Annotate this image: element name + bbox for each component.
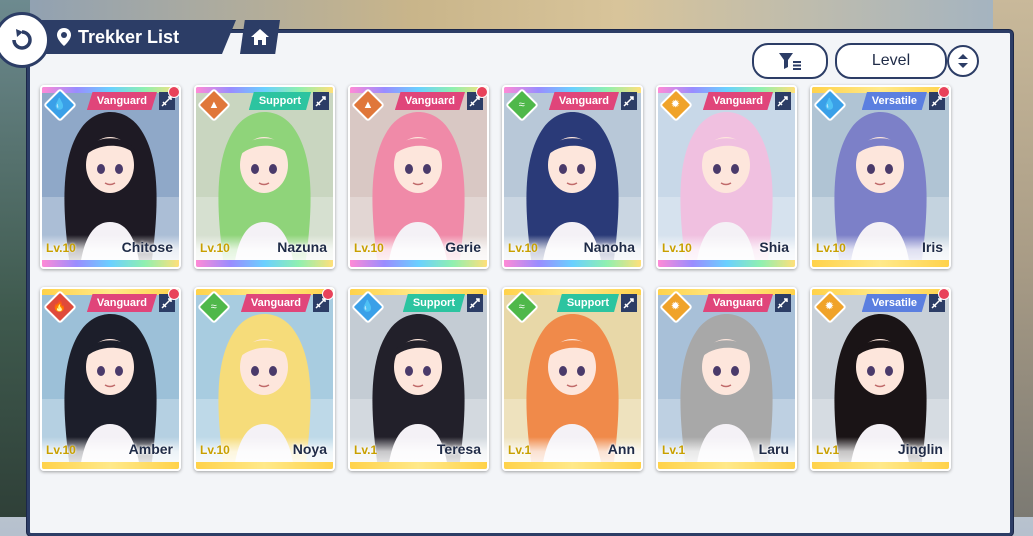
role-tag: Versatile [861,92,927,110]
trekker-level: Lv.1 [354,443,378,457]
weapon-type-icon [621,92,637,110]
back-arrow-icon [12,29,32,50]
role-tag: Vanguard [240,294,311,312]
rarity-bar [504,462,641,469]
trekker-card-chitose[interactable]: 💧 Vanguard Lv.10 Chitose [40,85,181,269]
trekker-card-teresa[interactable]: 💧 Support Lv.1 Teresa [348,287,489,471]
sort-dropdown[interactable]: Level [835,43,947,79]
notification-dot [322,289,333,300]
trekker-card-ann[interactable]: ≈ Support Lv.1 Ann [502,287,643,471]
trekker-card-gerie[interactable]: ▲ Vanguard Lv.10 Gerie [348,85,489,269]
trekker-name: Teresa [436,441,481,457]
rarity-bar [658,462,795,469]
trekker-card-jinglin[interactable]: ✹ Versatile Lv.1 Jinglin [810,287,951,471]
trekker-card-laru[interactable]: ✹ Vanguard Lv.1 Laru [656,287,797,471]
trekker-level: Lv.1 [816,443,840,457]
rarity-bar [196,260,333,267]
trekker-name: Nazuna [277,239,327,255]
weapon-type-icon [313,92,329,110]
weapon-type-icon [775,294,791,312]
rarity-bar [42,260,179,267]
weapon-type-icon [621,294,637,312]
trekker-level: Lv.10 [200,443,230,457]
role-tag: Vanguard [702,92,773,110]
trekker-card-nazuna[interactable]: ▲ Support Lv.10 Nazuna [194,85,335,269]
rarity-bar [350,260,487,267]
trekker-card-nanoha[interactable]: ≈ Vanguard Lv.10 Nanoha [502,85,643,269]
sort-order-icon [958,54,968,68]
rarity-bar [658,260,795,267]
trekker-name: Iris [921,239,943,255]
trekker-level: Lv.10 [354,241,384,255]
trekker-name: Noya [292,441,327,457]
trekker-card-shia[interactable]: ✹ Vanguard Lv.10 Shia [656,85,797,269]
trekker-card-iris[interactable]: 💧 Versatile Lv.10 Iris [810,85,951,269]
notification-dot [476,87,487,98]
trekker-name: Gerie [445,239,481,255]
home-button[interactable] [240,20,280,54]
trekker-level: Lv.10 [46,443,76,457]
role-tag: Vanguard [86,92,157,110]
trekker-level: Lv.10 [662,241,692,255]
location-pin-icon [56,27,72,47]
rarity-bar [812,462,949,469]
notification-dot [938,289,949,300]
page-title: Trekker List [78,26,180,47]
filter-icon [779,53,801,70]
role-tag: Support [556,294,619,312]
role-tag: Support [402,294,465,312]
rarity-bar [504,260,641,267]
rarity-bar [196,462,333,469]
rarity-bar [812,260,949,267]
trekker-card-noya[interactable]: ≈ Vanguard Lv.10 Noya [194,287,335,471]
weapon-type-icon [467,294,483,312]
role-tag: Vanguard [394,92,465,110]
trekker-level: Lv.10 [46,241,76,255]
role-tag: Vanguard [86,294,157,312]
trekker-name: Nanoha [583,239,635,255]
role-tag: Vanguard [548,92,619,110]
notification-dot [168,87,179,98]
trekker-name: Shia [759,239,789,255]
filter-button[interactable] [752,43,828,79]
trekker-name: Chitose [121,239,173,255]
rarity-bar [350,462,487,469]
trekker-name: Amber [128,441,173,457]
trekker-level: Lv.1 [662,443,686,457]
home-icon [251,29,269,45]
rarity-bar [42,462,179,469]
trekker-name: Jinglin [897,441,943,457]
role-tag: Vanguard [702,294,773,312]
trekker-name: Laru [758,441,789,457]
trekker-card-amber[interactable]: 🔥 Vanguard Lv.10 Amber [40,287,181,471]
trekker-level: Lv.1 [508,443,532,457]
title-bar: Trekker List [36,20,236,54]
trekker-level: Lv.10 [200,241,230,255]
trekker-level: Lv.10 [508,241,538,255]
notification-dot [168,289,179,300]
trekker-level: Lv.10 [816,241,846,255]
background-scenery-left [0,0,30,517]
weapon-type-icon [775,92,791,110]
role-tag: Support [248,92,311,110]
trekker-name: Ann [607,441,635,457]
role-tag: Versatile [861,294,927,312]
sort-order-toggle[interactable] [947,45,979,77]
notification-dot [938,87,949,98]
